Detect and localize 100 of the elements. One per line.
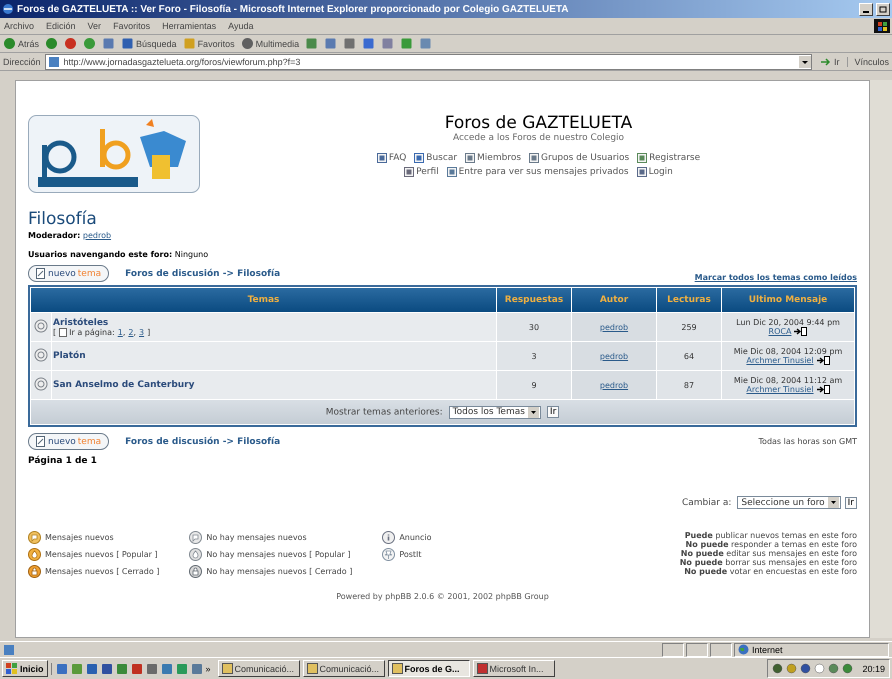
taskbar-button[interactable]: Microsoft In... xyxy=(472,660,555,677)
window-icon xyxy=(476,663,488,674)
window-icon xyxy=(306,663,318,674)
column-header: Ultimo Mensaje xyxy=(722,288,854,312)
globe-icon xyxy=(738,644,749,655)
dropdown-icon[interactable] xyxy=(798,56,811,68)
separator-text: , xyxy=(122,328,126,336)
menu-item[interactable]: Ayuda xyxy=(228,21,254,31)
mark-all-read-link[interactable]: Marcar todos los temas como leídos xyxy=(694,273,857,282)
nav-link[interactable]: Entre para ver sus mensajes privados xyxy=(446,167,629,177)
quick-launch-icon[interactable] xyxy=(190,662,203,674)
tray-icon[interactable] xyxy=(842,663,854,674)
nav-link[interactable]: Grupos de Usuarios xyxy=(529,153,630,163)
topic-link[interactable]: San Anselmo de Canterbury xyxy=(53,380,194,390)
topic-link[interactable]: Platón xyxy=(53,351,86,361)
quick-launch-icon[interactable] xyxy=(130,662,143,674)
quick-launch-icon[interactable] xyxy=(70,662,83,674)
taskbar-button[interactable]: Comunicació... xyxy=(218,660,300,677)
topic-link[interactable]: Aristóteles xyxy=(53,318,108,328)
user-link[interactable]: Archmer Tinusiel xyxy=(746,385,814,394)
breadcrumb-link[interactable]: Foros de discusión -> Filosofía xyxy=(125,268,280,278)
new-topic-button[interactable]: nuevo tema xyxy=(28,265,110,282)
user-link[interactable]: ROCA xyxy=(768,327,792,336)
menu-item[interactable]: Archivo xyxy=(4,21,34,31)
clock: 20:19 xyxy=(862,664,885,674)
nav-link[interactable]: Buscar xyxy=(414,153,458,163)
nav-link[interactable]: FAQ xyxy=(376,153,406,163)
address-field[interactable]: http://www.jornadasgaztelueta.org/foros/viewforum.php?f=3 xyxy=(44,54,812,70)
start-button[interactable]: Inicio xyxy=(2,660,48,677)
flame-icon xyxy=(28,548,41,561)
tray-icon[interactable] xyxy=(814,663,826,674)
jump-label: Cambiar a: xyxy=(682,498,732,508)
go-button[interactable]: Ir xyxy=(546,406,560,418)
menu-item[interactable]: Ver xyxy=(88,21,102,31)
maximize-button[interactable] xyxy=(876,2,890,16)
status-pane xyxy=(686,642,708,656)
menu-item[interactable]: Herramientas xyxy=(162,21,216,31)
page-link[interactable]: 3 xyxy=(139,328,144,336)
breadcrumb-link[interactable]: Foros de discusión -> Filosofía xyxy=(125,436,280,446)
legend-label: Mensajes nuevos xyxy=(45,533,114,542)
minimize-button[interactable] xyxy=(859,2,873,16)
last-post-date: Mie Dic 08, 2004 11:12 am xyxy=(732,376,844,385)
page-link[interactable]: 1 xyxy=(118,328,123,336)
permission-text: No puede responder a temas en este foro xyxy=(684,540,857,549)
quick-launch-icon[interactable] xyxy=(100,662,113,674)
tray-icon[interactable] xyxy=(828,663,840,674)
pagination-text: Página 1 de 1 xyxy=(28,456,98,466)
author-link[interactable]: pedrob xyxy=(600,352,628,360)
page-link[interactable]: 2 xyxy=(128,328,134,336)
timezone-text: Todas las horas son GMT xyxy=(758,437,857,446)
user-link[interactable]: Archmer Tinusiel xyxy=(746,356,814,365)
nav-link[interactable]: Perfil xyxy=(404,167,439,177)
moderator-link[interactable]: pedrob xyxy=(82,231,112,240)
tray-icon[interactable] xyxy=(800,663,812,674)
links-label[interactable]: Vínculos xyxy=(847,56,889,66)
address-label: Dirección xyxy=(3,56,41,66)
last-post-date: Lun Dic 20, 2004 9:44 pm xyxy=(735,318,841,327)
toolbar-button[interactable]: Atrás xyxy=(3,37,40,50)
page-icon xyxy=(3,644,15,656)
topic-folder-icon xyxy=(34,348,48,362)
taskbar-button[interactable]: Foros de G... xyxy=(388,660,470,677)
new-topic-button[interactable]: nuevo tema xyxy=(28,433,110,450)
scrollbar[interactable] xyxy=(870,80,892,638)
quick-launch-icon[interactable] xyxy=(116,662,128,674)
status-pane xyxy=(710,642,732,656)
forum-select[interactable]: Seleccione un foro xyxy=(737,496,841,509)
quick-launch-icon[interactable] xyxy=(56,662,68,674)
permission-text: No puede votar en encuestas en este foro xyxy=(683,567,857,576)
pencil-page-icon xyxy=(36,268,46,279)
menu-item[interactable]: Favoritos xyxy=(113,21,150,31)
permission-text: No puede editar sus mensajes en este foro xyxy=(680,549,857,558)
menu-item[interactable]: Edición xyxy=(46,21,76,31)
latest-post-icon xyxy=(816,356,830,365)
more-button[interactable]: » xyxy=(206,664,211,674)
legend-label: Mensajes nuevos [ Cerrado ] xyxy=(45,567,160,576)
topics-period-select[interactable]: Todos los Temas xyxy=(448,406,541,418)
nav-link[interactable]: Login xyxy=(636,167,673,177)
toolbar-button[interactable]: Multimedia xyxy=(240,37,300,50)
author-link[interactable]: pedrob xyxy=(600,380,628,390)
nav-link[interactable]: Registrarse xyxy=(637,153,700,163)
quick-launch-icon[interactable] xyxy=(86,662,98,674)
nav-link[interactable]: Miembros xyxy=(465,153,522,163)
go-button[interactable]: Ir xyxy=(816,56,844,66)
replies-cell: 3 xyxy=(497,342,571,370)
tray-icon[interactable] xyxy=(772,663,784,674)
quick-launch-icon[interactable] xyxy=(146,662,158,674)
go-button[interactable]: Ir xyxy=(844,496,857,508)
toolbar-button[interactable]: Búsqueda xyxy=(121,37,177,50)
quick-launch-icon[interactable] xyxy=(176,662,188,674)
toolbar-button[interactable]: Favoritos xyxy=(182,37,235,50)
go-arrow-icon xyxy=(820,56,832,66)
views-cell: 87 xyxy=(657,371,721,399)
taskbar-button[interactable]: Comunicació... xyxy=(302,660,385,677)
column-header: Temas xyxy=(31,288,496,312)
speech-bubble-icon xyxy=(189,531,202,544)
quick-launch-icon[interactable] xyxy=(160,662,173,674)
goto-page-label: Ir a página: xyxy=(69,328,115,336)
tray-icon[interactable] xyxy=(786,663,798,674)
status-pane xyxy=(662,642,684,656)
author-link[interactable]: pedrob xyxy=(600,322,628,332)
